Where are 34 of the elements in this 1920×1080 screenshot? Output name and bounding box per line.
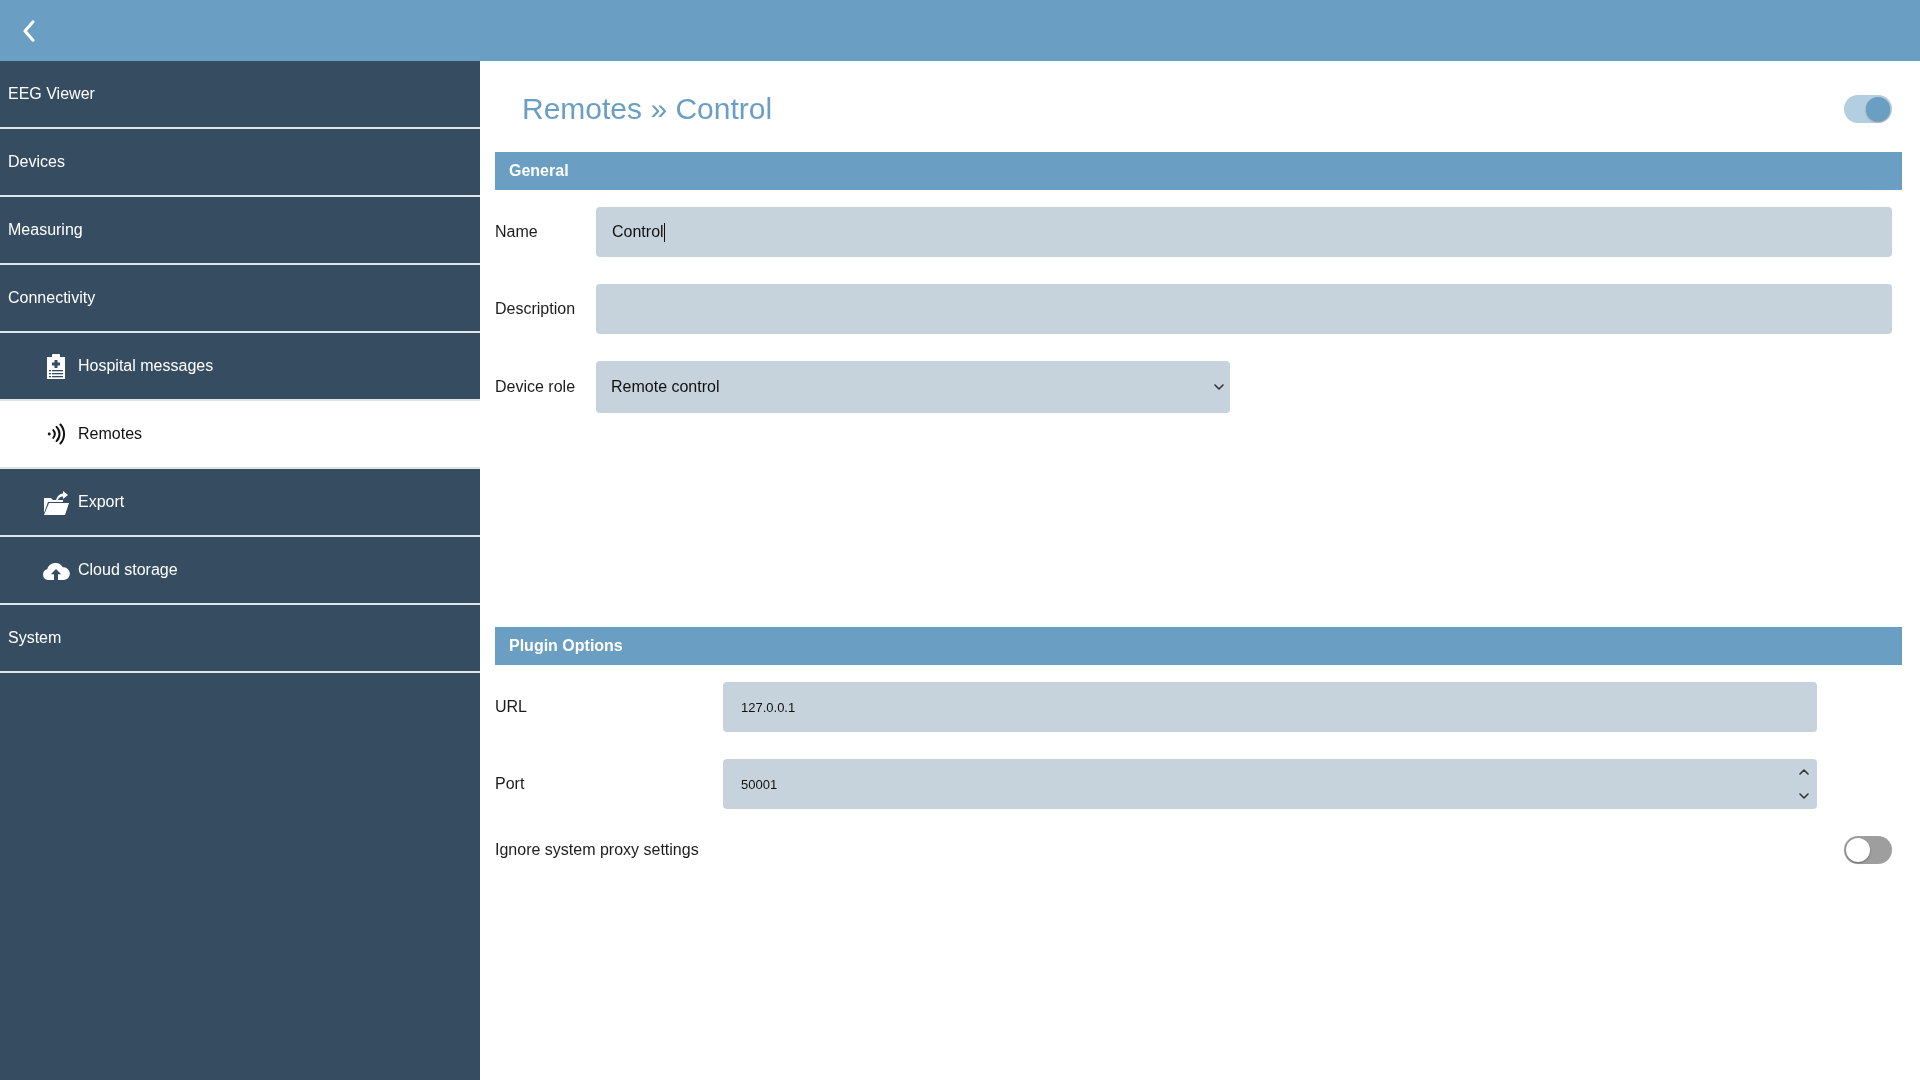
text-input[interactable]: 127.0.0.1 <box>723 682 1817 732</box>
clipboard-icon <box>47 353 65 379</box>
text-input[interactable]: Control <box>596 207 1892 257</box>
chevron-down-icon <box>1214 384 1224 390</box>
number-input[interactable]: 50001 <box>723 759 1817 809</box>
page-title: Remotes » Control <box>522 91 773 126</box>
field-label: Ignore system proxy settings <box>495 841 699 859</box>
field-label: Description <box>495 300 577 318</box>
text-cursor-icon <box>663 222 665 242</box>
chevron-up-icon[interactable] <box>1799 769 1809 775</box>
nav-item[interactable]: Connectivity <box>0 265 480 333</box>
folder-arrow-icon <box>43 489 69 515</box>
back-button[interactable] <box>21 19 37 42</box>
section-header: Plugin Options <box>495 627 1902 665</box>
cloud-upload-icon <box>42 560 70 580</box>
field-label: Device role <box>495 378 577 396</box>
nav-subitem[interactable]: Export <box>0 469 480 537</box>
field-label: Name <box>495 223 539 241</box>
field-label: Port <box>495 775 526 793</box>
toggle-switch[interactable] <box>1844 94 1892 123</box>
chevron-down-icon[interactable] <box>1799 793 1809 799</box>
nav-item[interactable]: Measuring <box>0 197 480 265</box>
nav-item[interactable]: Devices <box>0 129 480 197</box>
field-label: URL <box>495 698 528 716</box>
section-header: General <box>495 152 1902 190</box>
chevron-left-icon <box>23 19 35 42</box>
nav-subitem[interactable]: Cloud storage <box>0 537 480 605</box>
nav-item[interactable]: EEG Viewer <box>0 61 480 129</box>
text-input[interactable] <box>596 284 1892 334</box>
nav-item[interactable]: System <box>0 605 480 673</box>
nav-subitem[interactable]: Remotes <box>0 401 480 469</box>
toggle-switch[interactable] <box>1844 836 1892 864</box>
dropdown[interactable]: Remote control <box>596 361 1230 413</box>
wireless-signal-icon <box>46 423 66 445</box>
